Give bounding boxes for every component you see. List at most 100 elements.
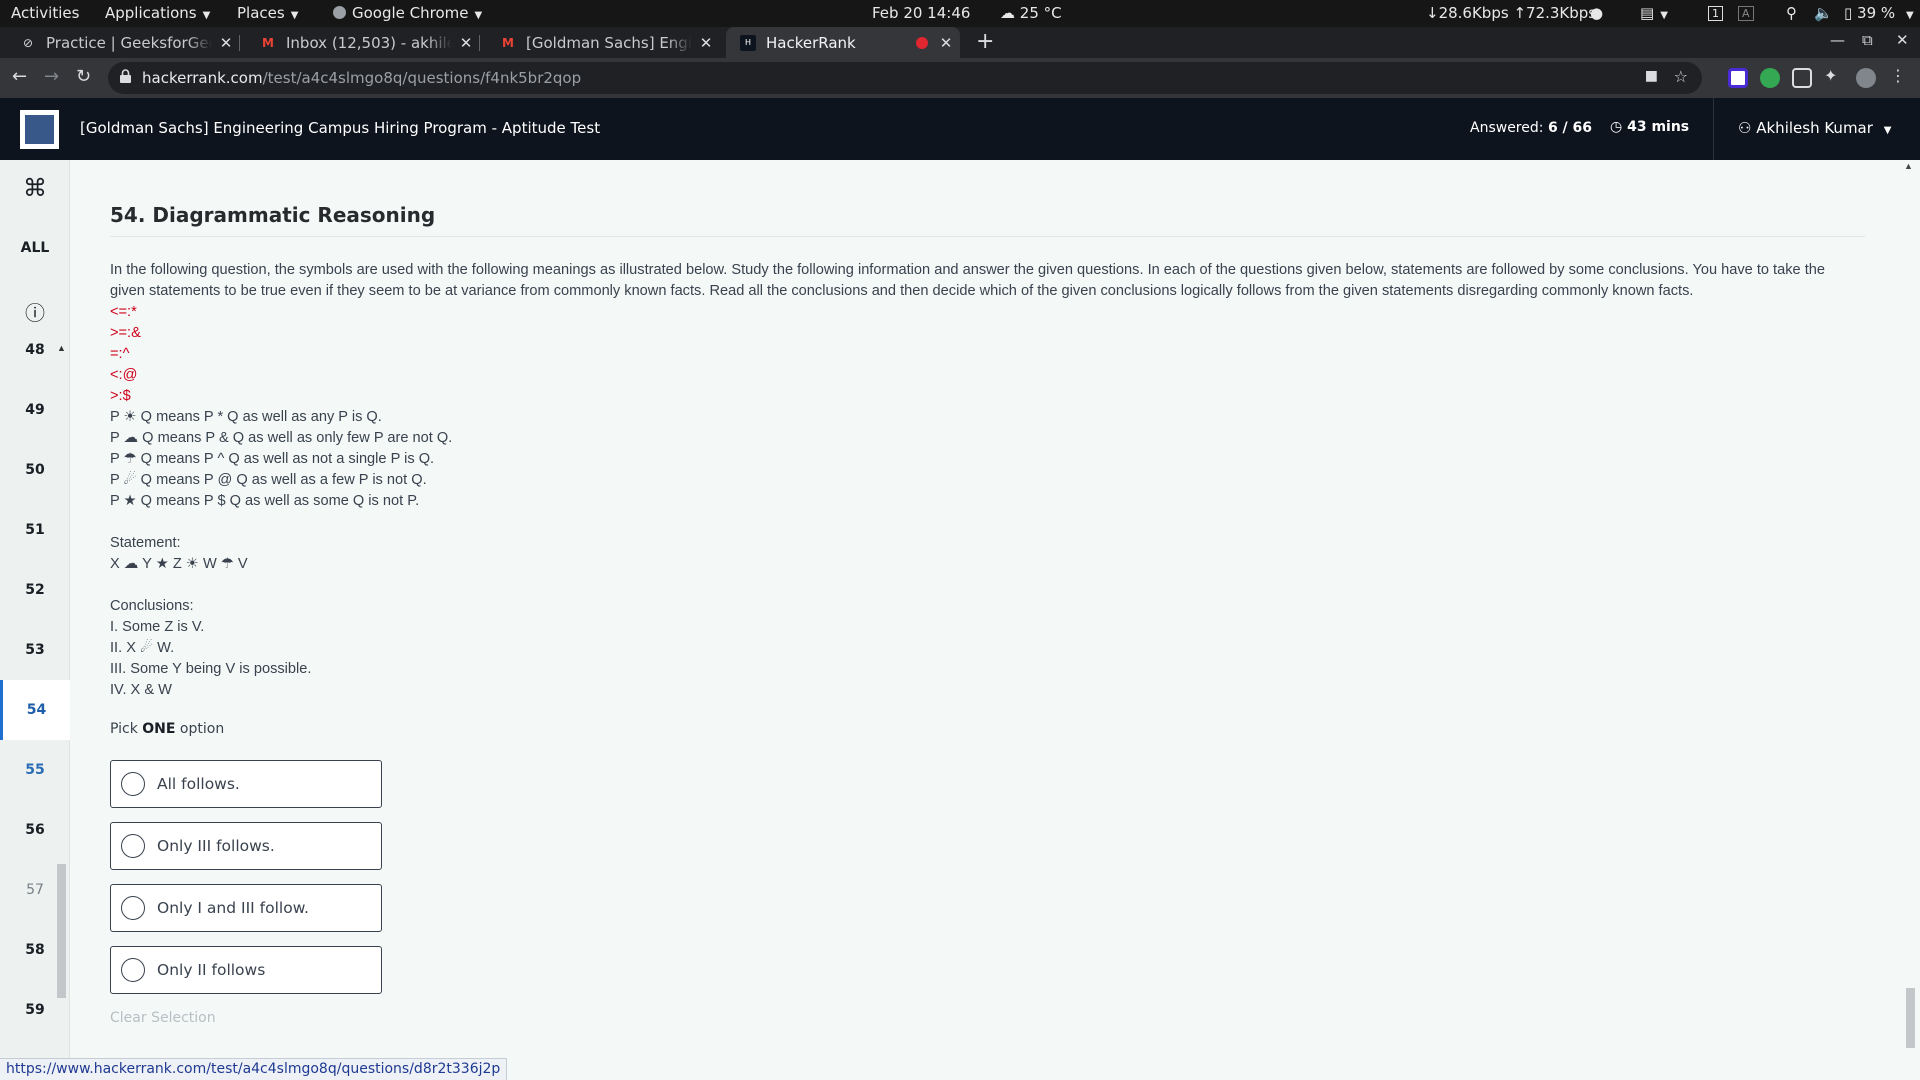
question-nav-54[interactable]: 54 [0,680,70,740]
battery-percent: 39 % [1857,4,1896,22]
chevron-down-icon: ▼ [474,10,483,21]
tab-inbox[interactable]: M Inbox (12,503) - akhileshd ✕ [246,27,480,58]
question-nav-52[interactable]: 52 [0,560,70,620]
user-menu[interactable]: ⚇ Akhilesh Kumar ▼ [1738,119,1891,137]
clipboard-icon[interactable]: ▤ ▼ [1640,4,1668,22]
net-up: ↑72.3Kbps [1513,4,1597,22]
radio-button[interactable] [121,896,145,920]
back-button[interactable]: ← [12,66,27,87]
forward-button[interactable]: → [44,66,59,87]
test-header: [Goldman Sachs] Engineering Campus Hirin… [0,98,1920,160]
chrome-app-menu[interactable]: Google Chrome ▼ [333,4,482,22]
question-nav-50[interactable]: 50 [0,440,70,500]
star-icon[interactable]: ☆ [1674,67,1688,86]
profile-avatar[interactable] [1856,68,1876,88]
option-label: Only II follows [157,961,266,979]
chevron-down-icon: ▼ [290,10,299,21]
question-nav-55[interactable]: 55 [0,740,70,800]
question-navigator: ⌘ ALL ⓘ ▲ 48 49 50 51 52 53 54 55 56 57 … [0,160,70,1060]
question-nav-49[interactable]: 49 [0,380,70,440]
applications-menu[interactable]: Applications ▼ [105,4,210,22]
question-nav-56[interactable]: 56 [0,800,70,860]
clock[interactable]: Feb 20 14:46 [872,4,970,22]
title-divider [110,236,1865,237]
radio-button[interactable] [121,772,145,796]
symbol-code: >=:& [110,325,141,341]
geeksforgeeks-icon: ⊘ [22,35,34,50]
company-logo [20,110,59,149]
tab-label: Inbox (12,503) - akhileshd [286,33,452,52]
camera-icon[interactable]: ■ [1645,68,1658,84]
symbol-code: >:$ [110,388,131,404]
extension-glasses-icon[interactable] [1792,68,1812,88]
kebab-menu-icon[interactable]: ⋮ [1890,66,1910,86]
symbol-meaning: P ☁ Q means P & Q as well as only few P … [110,430,453,446]
url-text: hackerrank.com/test/a4c4slmgo8q/question… [142,69,581,87]
symbol-code: <:@ [110,367,138,383]
symbol-meaning: P ☄ Q means P @ Q as well as a few P is … [110,472,427,488]
tab-geeksforgeeks[interactable]: ⊘ Practice | GeeksforGeeks ✕ [6,27,240,58]
url-host: hackerrank.com [142,69,263,87]
shortcuts-icon[interactable]: ⌘ [0,174,70,204]
activities-button[interactable]: Activities [11,4,79,22]
network-icon[interactable]: ⚲ [1786,4,1797,22]
reload-button[interactable]: ↻ [76,66,91,87]
battery-indicator[interactable]: ▯ 39 % ▼ [1844,4,1914,22]
option-1[interactable]: All follows. [110,760,382,808]
symbol-code: =:^ [110,346,130,362]
tab-hackerrank[interactable]: H HackerRank ✕ [726,27,960,58]
close-icon[interactable]: ✕ [212,34,240,52]
keyboard-layout-indicator[interactable]: A [1738,6,1754,21]
question-title: 54. Diagrammatic Reasoning [110,203,436,227]
option-4[interactable]: Only II follows [110,946,382,994]
extension-icon[interactable] [1728,68,1748,88]
clear-selection-link[interactable]: Clear Selection [110,1010,216,1026]
pick-suffix: option [175,721,225,737]
tray-app-icon[interactable]: ● [1590,4,1603,22]
close-icon[interactable]: ✕ [932,34,960,52]
tab-separator [479,35,480,51]
recording-icon [916,36,928,49]
close-icon[interactable]: ✕ [692,34,720,52]
minimize-button[interactable]: — [1830,31,1845,49]
statement-text: X ☁ Y ★ Z ☀ W ☂ V [110,556,248,572]
battery-icon: ▯ [1844,4,1853,22]
answered-label: Answered: [1470,120,1544,136]
address-bar[interactable]: hackerrank.com/test/a4c4slmgo8q/question… [108,62,1702,94]
conclusions-label: Conclusions: [110,598,194,614]
question-nav-48[interactable]: 48 [0,320,70,380]
radio-button[interactable] [121,958,145,982]
new-tab-button[interactable]: + [976,29,994,54]
workspace-indicator[interactable]: 1 [1708,6,1723,21]
tab-goldman-sachs[interactable]: M [Goldman Sachs] Enginee ✕ [486,27,720,58]
question-nav-53[interactable]: 53 [0,620,70,680]
option-2[interactable]: Only III follows. [110,822,382,870]
gmail-icon: M [262,35,274,50]
option-3[interactable]: Only I and III follow. [110,884,382,932]
extension-plus-icon[interactable] [1760,68,1780,88]
answered-value: 6 / 66 [1547,120,1593,136]
radio-button[interactable] [121,834,145,858]
puzzle-icon[interactable]: ✦ [1824,66,1844,86]
option-label: All follows. [157,775,240,793]
question-nav-51[interactable]: 51 [0,500,70,560]
status-url-bubble: https://www.hackerrank.com/test/a4c4slmg… [0,1058,508,1080]
conclusion-item: II. X ☄ W. [110,640,175,656]
symbol-code: <=:* [110,304,137,320]
sidebar-scrollbar[interactable] [57,864,66,998]
places-label: Places [237,4,285,22]
close-icon[interactable]: ✕ [452,34,480,52]
weather-indicator[interactable]: ☁ 25 °C [1000,4,1062,22]
applications-label: Applications [105,4,197,22]
page-scrollbar[interactable] [1906,988,1915,1048]
places-menu[interactable]: Places ▼ [237,4,298,22]
close-window-button[interactable]: ✕ [1896,31,1909,49]
restore-button[interactable]: ⧉ [1862,31,1873,49]
answered-count: Answered: 6 / 66 [1470,120,1592,136]
all-questions-button[interactable]: ALL [0,240,70,256]
scroll-up-icon[interactable]: ▲ [1904,161,1913,171]
weather-icon: ☁ [1000,4,1015,22]
chevron-down-icon: ▼ [202,10,211,21]
volume-icon[interactable]: 🔈 [1814,4,1833,22]
intro-line: In the following question, the symbols a… [110,262,1825,278]
